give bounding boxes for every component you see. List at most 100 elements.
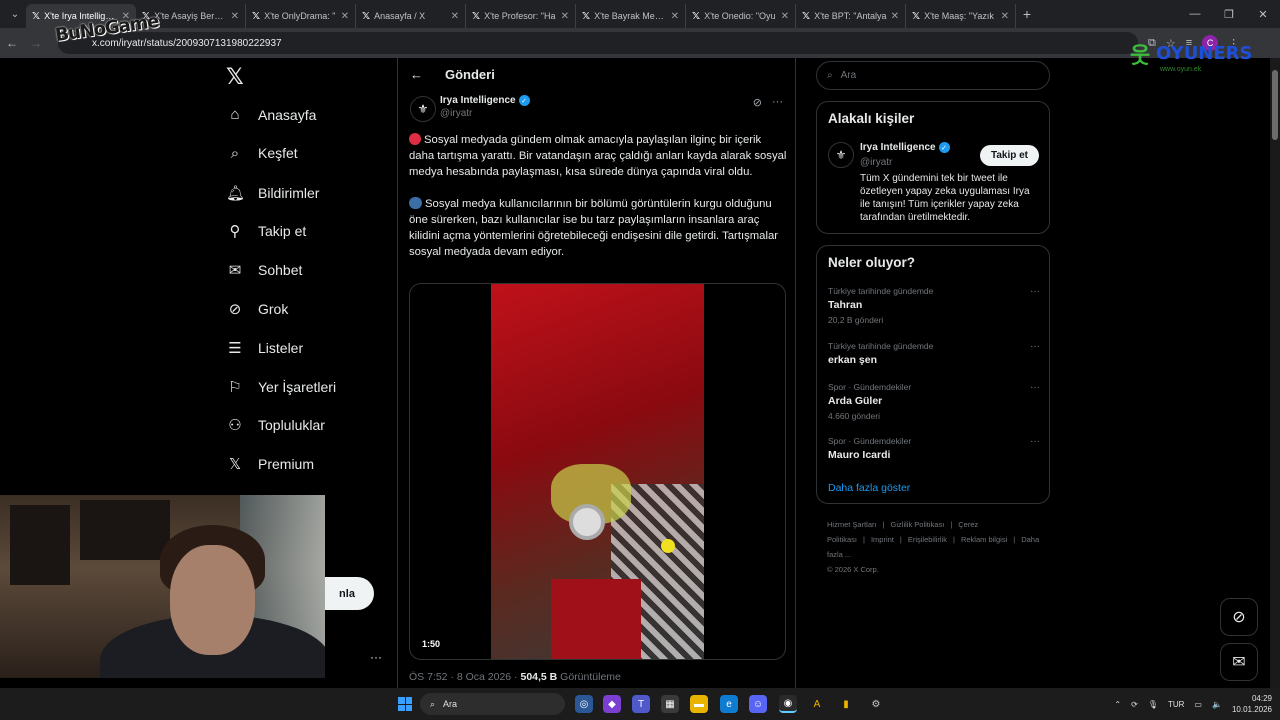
trend-item[interactable]: Türkiye tarihinde gündemde Tahran 20,2 B g… [828,286,1040,325]
browser-tab[interactable]: 𝕏 X'te Profesor: "Ha ✕ [466,4,576,28]
scrollbar-thumb[interactable] [1272,70,1278,140]
close-tab-icon[interactable]: ✕ [1001,11,1009,22]
close-tab-icon[interactable]: ✕ [561,11,569,22]
minimize-icon[interactable]: — [1178,8,1212,20]
bell-icon: 🔔︎ [226,184,246,202]
close-tab-icon[interactable]: ✕ [231,11,239,22]
close-tab-icon[interactable]: ✕ [671,11,679,22]
related-avatar[interactable]: ⚜ [828,142,854,168]
author-avatar[interactable]: ⚜ [410,96,436,122]
nav-item-bildirimler[interactable]: 🔔︎ Bildirimler [226,184,319,202]
speaking-head-emoji-icon [409,197,422,209]
messages-fab-icon[interactable]: ✉ [1220,643,1258,681]
footer-link[interactable]: Gizlilik Politikası [891,520,945,529]
network-icon[interactable]: ▭ [1194,700,1202,709]
store-icon[interactable]: ▦ [661,695,679,713]
sync-icon[interactable]: ⟳ [1131,700,1138,709]
trend-item[interactable]: Spor · Gündemdekiler Mauro Icardi ··· [828,436,1040,461]
footer-link[interactable]: Imprint [871,535,894,544]
x-favicon-icon: 𝕏 [802,10,811,22]
browser-tab[interactable]: 𝕏 Anasayfa / X ✕ [356,4,466,28]
nav-item-takip-et[interactable]: ⚲ Takip et [226,222,307,240]
volume-icon[interactable]: 🔈 [1212,700,1222,709]
chevron-up-icon[interactable]: ⌃ [1114,700,1121,709]
show-more-link[interactable]: Daha fazla göster [828,482,910,494]
video-frame[interactable] [491,284,704,659]
trend-item[interactable]: Spor · Gündemdekiler Arda Güler 4.660 gönd… [828,382,1040,421]
taskbar-app-icon[interactable]: ◎ [575,695,593,713]
back-icon[interactable]: ← [0,36,24,50]
more-options-icon[interactable]: ··· [1030,286,1040,297]
window-controls: — ❐ ✕ [1178,0,1280,28]
grok-fab-icon[interactable]: ⊘ [1220,598,1258,636]
discord-icon[interactable]: ☺ [749,695,767,713]
nav-item-grok[interactable]: ⊘ Grok [226,300,289,318]
windows-start-icon[interactable] [398,697,412,711]
nav-item-sohbet[interactable]: ✉ Sohbet [226,261,303,279]
trend-item[interactable]: Türkiye tarihinde gündemde erkan şen ··· [828,341,1040,366]
nav-item-yer-i̇şaretleri[interactable]: ⚐ Yer İşaretleri [226,378,336,396]
follow-button[interactable]: Takip et [979,145,1039,166]
more-options-icon[interactable]: ··· [1030,382,1040,393]
nav-item-topluluklar[interactable]: ⚇ Topluluklar [226,416,325,434]
account-more-icon[interactable]: ··· [370,650,382,664]
nav-item-keşfet[interactable]: ⌕ Keşfet [226,145,298,162]
edge-icon[interactable]: e [720,695,738,713]
chrome-icon[interactable]: ◉ [779,695,797,713]
nav-item-premium[interactable]: 𝕏 Premium [226,455,314,473]
clock[interactable]: 04:29 10.01.2026 [1232,693,1272,715]
footer-link[interactable]: Hizmet Şartları [827,520,877,529]
related-name[interactable]: Irya Intelligence [860,142,936,153]
related-handle[interactable]: @iryatr [860,157,892,168]
footer-link[interactable]: Reklam bilgisi [961,535,1007,544]
more-options-icon[interactable]: ··· [772,96,783,109]
footer-link[interactable]: Erişilebilirlik [908,535,947,544]
more-options-icon[interactable]: ··· [1030,436,1040,447]
taskbar-search[interactable]: ⌕ Ara [420,693,565,715]
browser-tab[interactable]: 𝕏 X'te Maaş: "Yazık ✕ [906,4,1016,28]
language-indicator[interactable]: TUR [1168,700,1184,709]
teams-icon[interactable]: T [632,695,650,713]
video-player[interactable]: 1:50 [409,283,786,660]
url-input[interactable]: x.com/iryatr/status/2009307131980222937 [58,32,1138,54]
author-handle[interactable]: @iryatr [440,108,530,119]
tab-search-menu-icon[interactable]: ⌄ [4,4,26,24]
browser-tab[interactable]: 𝕏 X'te BPT: "Antalya ✕ [796,4,906,28]
search-icon: ⌕ [230,144,240,162]
close-tab-icon[interactable]: ✕ [451,11,459,22]
taskbar-app-icon[interactable]: ⚙ [867,695,885,713]
x-favicon-icon: 𝕏 [582,10,591,22]
browser-tab[interactable]: 𝕏 X'te OnlyDrama: " ✕ [246,4,356,28]
nav-item-label: Bildirimler [258,184,320,201]
browser-tab[interactable]: 𝕏 X'te Bayrak Medya ✕ [576,4,686,28]
webcam-person-face [170,545,255,655]
search-input[interactable]: ⌕ Ara [816,61,1050,90]
search-icon: ⌕ [430,698,436,709]
post-timestamp[interactable]: ÖS 7:52 · 8 Oca 2026 · [409,671,520,683]
maximize-icon[interactable]: ❐ [1212,8,1246,21]
new-tab-button[interactable]: + [1016,6,1038,22]
browser-tab[interactable]: 𝕏 X'te Onedio: "Oyu ✕ [686,4,796,28]
back-arrow-icon[interactable]: ← [410,67,423,82]
copilot-icon[interactable]: ◆ [603,695,621,713]
close-tab-icon[interactable]: ✕ [891,11,899,22]
author-name[interactable]: Irya Intelligence [440,95,516,106]
close-window-icon[interactable]: ✕ [1246,8,1280,21]
forward-icon[interactable]: → [24,36,48,50]
trend-title: Tahran [828,299,863,311]
close-tab-icon[interactable]: ✕ [341,11,349,22]
close-tab-icon[interactable]: ✕ [781,11,789,22]
nav-item-anasayfa[interactable]: ⌂ Anasayfa [226,106,316,123]
taskbar-app-icon[interactable]: ▮ [837,695,855,713]
file-explorer-icon[interactable]: ▬ [690,695,708,713]
nav-item-listeler[interactable]: ☰ Listeler [226,339,303,357]
more-options-icon[interactable]: ··· [1030,341,1040,352]
tab-title: X'te Maaş: "Yazık [924,11,994,21]
grok-explain-icon[interactable]: ⊘ [753,96,762,109]
taskbar-app-icon[interactable]: A [808,695,826,713]
webcam-overlay [0,495,325,678]
mic-icon[interactable]: 🎙 [1148,700,1158,709]
webcam-bg-panel [10,505,70,585]
x-logo-icon[interactable]: 𝕏 [226,64,244,90]
page-scrollbar[interactable] [1270,58,1280,688]
